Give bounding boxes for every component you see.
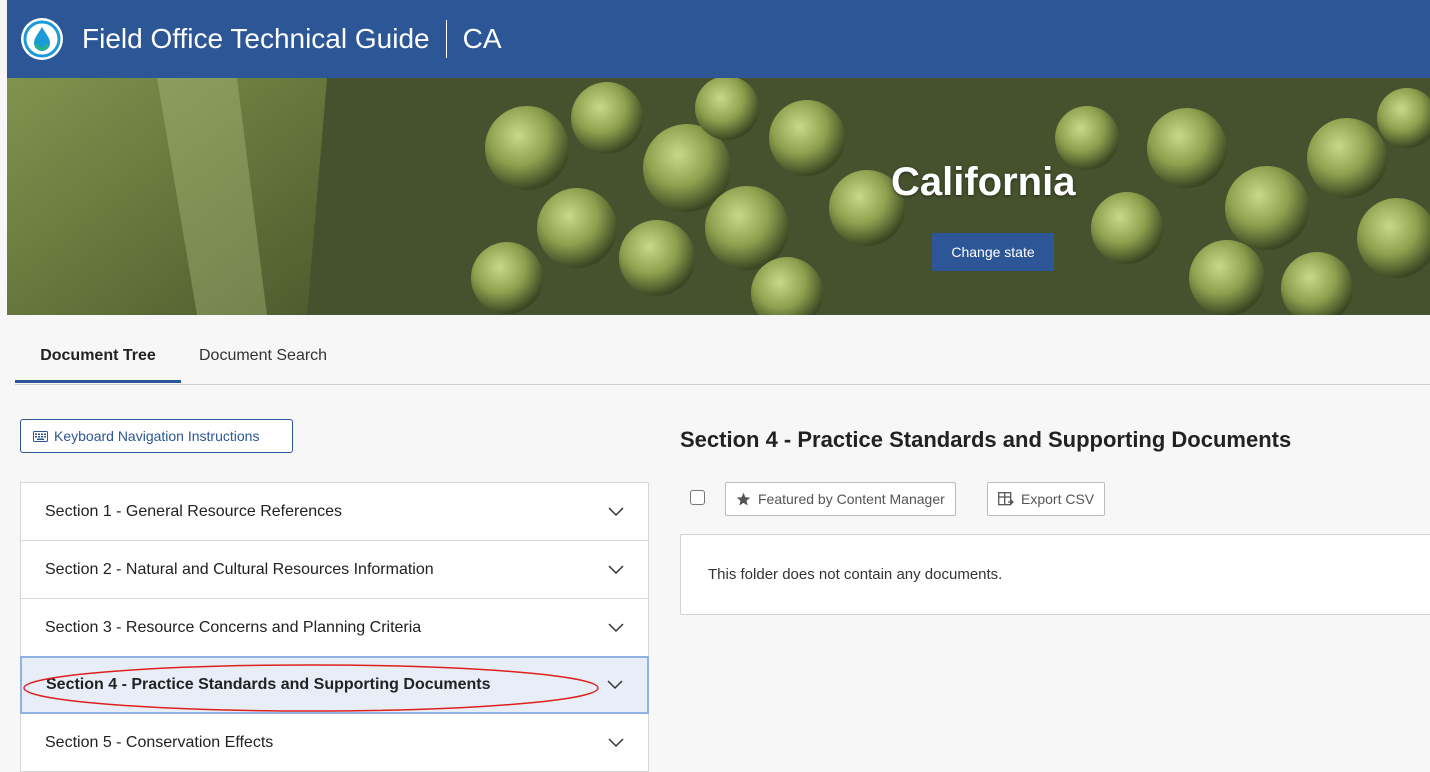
state-name-title: California <box>891 160 1076 204</box>
grapes-background-image <box>7 78 1430 315</box>
title-divider <box>445 20 447 58</box>
chevron-down-icon <box>608 737 624 747</box>
accordion-item-label: Section 4 - Practice Standards and Suppo… <box>46 676 491 693</box>
accordion-item-label: Section 2 - Natural and Cultural Resourc… <box>45 560 434 578</box>
change-state-button[interactable]: Change state <box>932 233 1054 271</box>
tab-document-tree[interactable]: Document Tree <box>15 330 181 383</box>
document-list-panel: This folder does not contain any documen… <box>680 534 1430 615</box>
featured-by-content-manager-button[interactable]: Featured by Content Manager <box>725 482 956 516</box>
chevron-down-icon <box>607 680 623 690</box>
keyboard-icon <box>33 430 48 442</box>
accordion-item-section-3[interactable]: Section 3 - Resource Concerns and Planni… <box>21 599 648 657</box>
export-csv-button[interactable]: Export CSV <box>987 482 1106 516</box>
chevron-down-icon <box>608 622 624 632</box>
app-title[interactable]: Field Office Technical Guide <box>82 23 430 55</box>
top-header-bar: Field Office Technical Guide CA <box>7 0 1430 78</box>
chevron-down-icon <box>608 564 624 574</box>
accordion-item-section-2[interactable]: Section 2 - Natural and Cultural Resourc… <box>21 541 648 599</box>
state-code: CA <box>462 23 502 54</box>
accordion-item-label: Section 3 - Resource Concerns and Planni… <box>45 618 422 636</box>
star-icon <box>736 492 751 505</box>
hero-banner: California Change state <box>7 78 1430 315</box>
export-csv-label: Export CSV <box>1021 491 1095 507</box>
export-table-icon <box>998 491 1014 505</box>
accordion-item-label: Section 1 - General Resource References <box>45 502 343 520</box>
tab-bar: Document Tree Document Search <box>15 330 1430 385</box>
empty-folder-message: This folder does not contain any documen… <box>708 566 1003 583</box>
featured-label: Featured by Content Manager <box>758 491 945 507</box>
chevron-down-icon <box>608 506 624 516</box>
keyboard-navigation-button[interactable]: Keyboard Navigation Instructions <box>20 419 293 453</box>
section-heading: Section 4 - Practice Standards and Suppo… <box>680 427 1292 452</box>
accordion-item-section-4[interactable]: Section 4 - Practice Standards and Suppo… <box>20 656 649 714</box>
document-tree-accordion: Section 1 - General Resource References … <box>20 482 649 772</box>
accordion-item-label: Section 5 - Conservation Effects <box>45 733 274 751</box>
accordion-item-section-1[interactable]: Section 1 - General Resource References <box>21 483 648 541</box>
tab-document-search[interactable]: Document Search <box>199 330 327 382</box>
keyboard-navigation-label: Keyboard Navigation Instructions <box>54 428 260 444</box>
water-drop-logo-icon[interactable] <box>20 17 64 61</box>
select-all-checkbox[interactable] <box>690 490 705 505</box>
accordion-item-section-5[interactable]: Section 5 - Conservation Effects <box>21 714 648 772</box>
